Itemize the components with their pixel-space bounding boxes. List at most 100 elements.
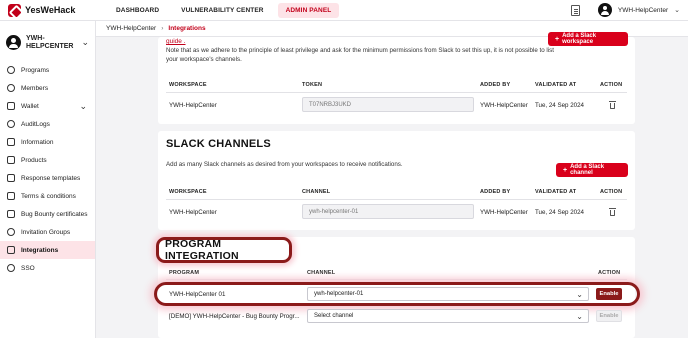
- chevron-down-icon[interactable]: ⌄: [79, 101, 87, 112]
- column-header-validated-at: VALIDATED AT: [535, 82, 577, 88]
- section-title: SLACK CHANNELS: [166, 138, 271, 150]
- divider: [166, 199, 627, 200]
- sidebar-item-terms[interactable]: Terms & conditions: [0, 187, 95, 205]
- divider: [166, 279, 627, 280]
- top-bar: YesWeHack DASHBOARD VULNERABILITY CENTER…: [0, 0, 688, 21]
- link-icon: [7, 246, 15, 254]
- column-header-channel: CHANNEL: [307, 270, 336, 276]
- workspace-name: YWH-HelpCenter: [169, 209, 217, 216]
- sidebar-item-products[interactable]: Products: [0, 151, 95, 169]
- validated-at: Tue, 24 Sep 2024: [535, 102, 584, 109]
- target-icon: [7, 66, 15, 74]
- wallet-icon: [7, 102, 15, 110]
- column-header-added-by: ADDED BY: [480, 82, 511, 88]
- column-header-validated-at: VALIDATED AT: [535, 189, 577, 195]
- enable-button[interactable]: Enable: [596, 310, 622, 322]
- selected-channel: ywh-helpcenter-01: [314, 291, 364, 297]
- enable-button[interactable]: Enable: [596, 288, 622, 300]
- column-header-program: PROGRAM: [169, 270, 200, 276]
- certificate-icon: [7, 210, 15, 218]
- button-label: Add a Slack channel: [570, 164, 605, 176]
- program-integration-card: PROGRAM INTEGRATION PROGRAM CHANNEL ACTI…: [154, 237, 640, 338]
- sidebar-item-label: Members: [21, 84, 49, 92]
- box-icon: [7, 156, 15, 164]
- nav-vulnerability-center[interactable]: VULNERABILITY CENTER: [173, 3, 271, 18]
- guide-link[interactable]: guide .: [166, 38, 186, 45]
- trash-icon[interactable]: [609, 208, 616, 216]
- workspace-note: Note that as we adhere to the principle …: [166, 47, 554, 63]
- sidebar-item-label: Bug Bounty certificates: [21, 210, 88, 218]
- group-icon: [7, 228, 15, 236]
- chevron-down-icon[interactable]: ⌄: [674, 6, 680, 14]
- sidebar-item-auditlogs[interactable]: AuditLogs: [0, 115, 95, 133]
- chevron-right-icon: ›: [161, 25, 164, 32]
- user-avatar-icon[interactable]: [597, 3, 612, 17]
- column-header-action: ACTION: [600, 82, 623, 88]
- sidebar-item-wallet[interactable]: Wallet ⌄: [0, 97, 95, 115]
- added-by: YWH-HelpCenter: [480, 209, 528, 216]
- yeswehack-logo-icon: [8, 3, 21, 17]
- column-header-workspace: WORKSPACE: [169, 189, 207, 195]
- add-slack-workspace-button[interactable]: + Add a Slack workspace: [548, 32, 628, 46]
- sidebar-item-label: Response templates: [21, 174, 81, 182]
- section-title: PROGRAM INTEGRATION: [165, 238, 239, 262]
- sidebar-item-label: SSO: [21, 264, 35, 272]
- sidebar-item-label: Programs: [21, 66, 50, 74]
- validated-at: Tue, 24 Sep 2024: [535, 209, 584, 216]
- column-header-added-by: ADDED BY: [480, 189, 511, 195]
- user-area: YWH-HelpCenter ⌄: [570, 3, 680, 17]
- section-description: Add as many Slack channels as desired fr…: [166, 161, 403, 168]
- trash-icon[interactable]: [609, 101, 616, 109]
- column-header-token: TOKEN: [302, 82, 323, 88]
- program-name: YWH-HelpCenter 01: [169, 291, 226, 298]
- org-name: YWH-HELPCENTER: [26, 34, 74, 50]
- chevron-down-icon[interactable]: ⌄: [81, 37, 89, 48]
- sidebar-item-label: AuditLogs: [21, 120, 50, 128]
- chevron-down-icon: ⌄: [576, 290, 583, 299]
- template-icon: [7, 174, 15, 182]
- token-value: T07NRBJ3UKD: [309, 101, 352, 108]
- token-field: T07NRBJ3UKD: [302, 97, 474, 112]
- sidebar-item-label: Integrations: [21, 246, 59, 254]
- divider: [166, 92, 627, 93]
- sidebar-item-members[interactable]: Members: [0, 79, 95, 97]
- terms-icon: [7, 192, 15, 200]
- nav-dashboard[interactable]: DASHBOARD: [108, 3, 167, 18]
- sidebar-item-sso[interactable]: SSO: [0, 259, 95, 277]
- logo[interactable]: YesWeHack: [0, 3, 100, 17]
- sidebar-item-response-templates[interactable]: Response templates: [0, 169, 95, 187]
- info-icon: [7, 138, 15, 146]
- org-avatar-icon: [6, 35, 21, 50]
- breadcrumb-parent[interactable]: YWH-HelpCenter: [106, 25, 156, 32]
- column-header-action: ACTION: [600, 189, 623, 195]
- program-name: [DEMO] YWH-HelpCenter - Bug Bounty Progr…: [169, 313, 300, 320]
- sidebar-item-integrations[interactable]: Integrations: [0, 241, 95, 259]
- channel-field: ywh-helpcenter-01: [302, 204, 474, 219]
- button-label: Add a Slack workspace: [562, 33, 597, 45]
- key-icon: [7, 264, 15, 272]
- logo-text: YesWeHack: [25, 5, 76, 15]
- breadcrumb-current: Integrations: [168, 25, 206, 32]
- sidebar-item-label: Wallet: [21, 102, 39, 110]
- sidebar-item-label: Terms & conditions: [21, 192, 76, 200]
- channel-select[interactable]: ywh-helpcenter-01 ⌄: [307, 287, 589, 301]
- channel-select[interactable]: Select channel ⌄: [307, 309, 589, 323]
- sidebar-item-label: Products: [21, 156, 47, 164]
- sidebar-item-programs[interactable]: Programs: [0, 61, 95, 79]
- channel-value: ywh-helpcenter-01: [309, 208, 359, 215]
- nav-admin-panel[interactable]: ADMIN PANEL: [277, 2, 340, 18]
- highlight-title-outline: PROGRAM INTEGRATION: [156, 237, 292, 263]
- users-icon: [7, 84, 15, 92]
- sidebar-item-information[interactable]: Information: [0, 133, 95, 151]
- column-header-workspace: WORKSPACE: [169, 82, 207, 88]
- top-nav: DASHBOARD VULNERABILITY CENTER ADMIN PAN…: [108, 2, 340, 18]
- column-header-action: ACTION: [598, 270, 621, 276]
- slack-channels-card: SLACK CHANNELS Add as many Slack channel…: [158, 131, 635, 230]
- org-switcher[interactable]: YWH-HELPCENTER ⌄: [0, 21, 95, 61]
- sidebar-item-invitation-groups[interactable]: Invitation Groups: [0, 223, 95, 241]
- sidebar-item-certificates[interactable]: Bug Bounty certificates: [0, 205, 95, 223]
- user-name[interactable]: YWH-HelpCenter: [618, 7, 668, 14]
- log-icon: [7, 120, 15, 128]
- add-slack-channel-button[interactable]: + Add a Slack channel: [556, 163, 628, 177]
- document-icon[interactable]: [570, 4, 580, 16]
